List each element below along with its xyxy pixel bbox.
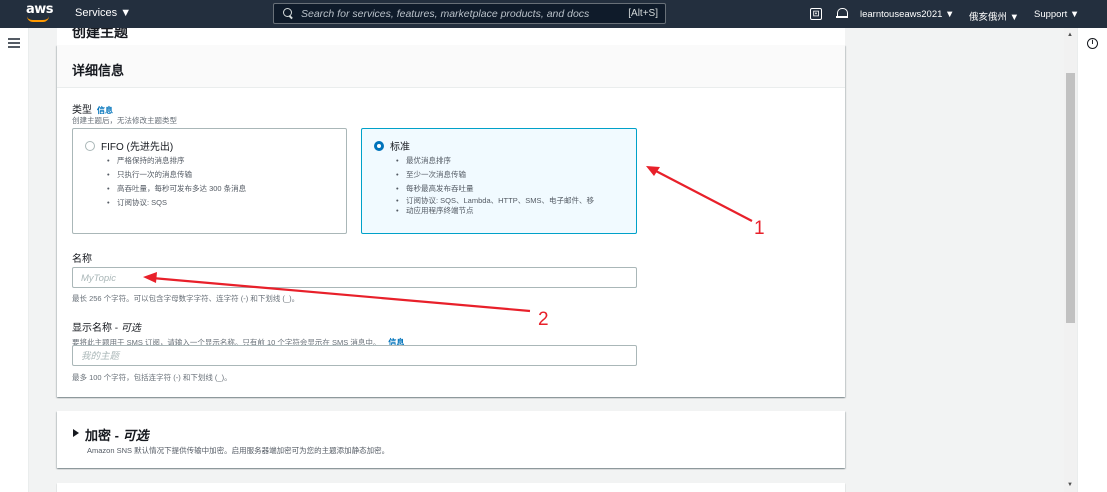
list-item: 每秒最高发布吞吐量 (396, 182, 594, 196)
encryption-description: Amazon SNS 默认情况下提供传输中加密。启用服务器端加密可为您的主题添加… (87, 446, 390, 455)
list-item-continuation: 动应用程序终端节点 (396, 206, 594, 216)
list-item: 严格保持的消息排序 (107, 154, 246, 168)
list-item: 高吞吐量，每秒可发布多达 300 条消息 (107, 182, 246, 196)
page-scrollbar[interactable]: ▲ ▼ (1064, 28, 1077, 492)
page-title: 创建主题 (72, 28, 128, 40)
cloudshell-icon[interactable]: ⊡ (810, 8, 822, 20)
global-search[interactable]: [Alt+S] (273, 3, 666, 24)
details-panel-header: 详细信息 (57, 45, 845, 88)
next-panel-partial (57, 483, 845, 492)
annotation-label-1: 1 (754, 218, 765, 239)
display-name-field[interactable] (72, 345, 637, 366)
search-input[interactable] (301, 7, 621, 20)
standard-title: 标准 (390, 142, 410, 153)
left-sidebar (0, 28, 29, 492)
encryption-title[interactable]: 加密 - 可选 (85, 425, 149, 444)
display-name-input[interactable] (73, 347, 636, 366)
expand-caret-icon[interactable] (73, 429, 79, 437)
standard-bullets: 最优消息排序 至少一次消息传输 每秒最高发布吞吐量 订阅协议: SQS、Lamb… (396, 154, 594, 216)
encryption-title-text: 加密 - (85, 428, 123, 443)
search-icon (283, 8, 294, 19)
name-input[interactable] (73, 269, 636, 288)
type-info-link[interactable]: 信息 (97, 106, 113, 115)
standard-radio[interactable] (374, 141, 384, 151)
scroll-thumb[interactable] (1066, 73, 1075, 323)
list-item: 至少一次消息传输 (396, 168, 594, 182)
right-tools-bar: i (1077, 28, 1107, 492)
scroll-down-arrow-icon[interactable]: ▼ (1067, 482, 1073, 488)
account-menu[interactable]: learntouseaws2021 ▼ (860, 9, 954, 20)
list-item: 只执行一次的消息传输 (107, 168, 246, 182)
name-hint: 最长 256 个字符。可以包含字母数字字符、连字符 (-) 和下划线 (_)。 (72, 294, 300, 303)
page-heading-partial: 创建主题 (57, 28, 845, 45)
display-name-hint: 最多 100 个字符，包括连字符 (-) 和下划线 (_)。 (72, 373, 232, 382)
hamburger-menu-icon[interactable] (8, 38, 20, 48)
aws-logo-text: aws (26, 2, 54, 17)
aws-smile-icon (27, 16, 49, 22)
fifo-title: FIFO (先进先出) (101, 142, 174, 153)
top-navigation-bar: aws Services ▼ [Alt+S] ⊡ learntouseaws20… (0, 0, 1107, 28)
search-shortcut-hint: [Alt+S] (628, 8, 658, 19)
fifo-bullets: 严格保持的消息排序 只执行一次的消息传输 高吞吐量，每秒可发布多达 300 条消… (107, 154, 246, 210)
topic-type-standard-tile[interactable]: 标准 最优消息排序 至少一次消息传输 每秒最高发布吞吐量 订阅协议: SQS、L… (361, 128, 637, 234)
list-item: 订阅协议: SQS (107, 196, 246, 210)
annotation-label-2: 2 (538, 309, 549, 330)
name-field[interactable] (72, 267, 637, 288)
notifications-bell-icon[interactable] (836, 7, 848, 20)
info-panel-icon[interactable]: i (1087, 38, 1098, 49)
list-item: 订阅协议: SQS、Lambda、HTTP、SMS、电子邮件、移 (396, 196, 594, 206)
topic-type-fifo-tile[interactable]: FIFO (先进先出) 严格保持的消息排序 只执行一次的消息传输 高吞吐量，每秒… (72, 128, 347, 234)
services-menu[interactable]: Services ▼ (75, 7, 131, 19)
region-menu[interactable]: 俄亥俄州 ▼ (969, 9, 1019, 23)
name-label: 名称 (72, 254, 92, 265)
encryption-panel[interactable]: 加密 - 可选 Amazon SNS 默认情况下提供传输中加密。启用服务器端加密… (57, 411, 845, 468)
type-description: 创建主题后，无法修改主题类型 (72, 116, 177, 125)
scroll-up-arrow-icon[interactable]: ▲ (1067, 32, 1073, 38)
fifo-radio[interactable] (85, 141, 95, 151)
encryption-optional: 可选 (122, 428, 149, 443)
support-menu[interactable]: Support ▼ (1034, 9, 1079, 20)
aws-logo[interactable]: aws (26, 2, 54, 25)
details-panel: 详细信息 类型信息 创建主题后，无法修改主题类型 FIFO (先进先出) 严格保… (57, 45, 845, 397)
list-item: 最优消息排序 (396, 154, 594, 168)
